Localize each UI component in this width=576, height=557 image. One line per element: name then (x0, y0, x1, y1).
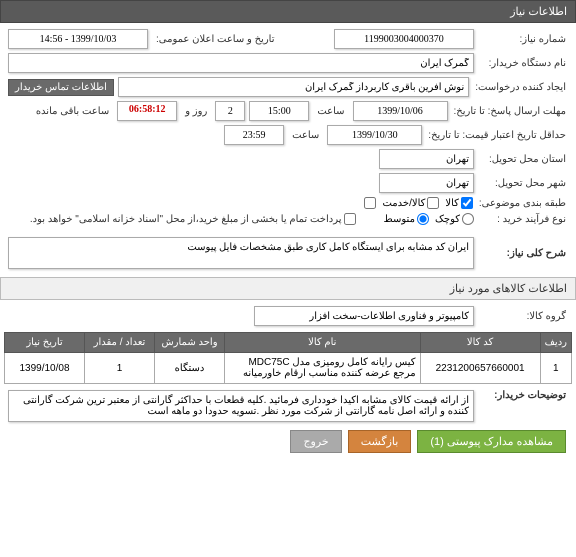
panel-header: اطلاعات نیاز (0, 0, 576, 23)
group-label: گروه کالا: (478, 311, 568, 322)
cat-goods-label: کالا (445, 198, 459, 209)
validity-label: حداقل تاریخ اعتبار قیمت: تا تاریخ: (426, 130, 568, 141)
delivery-city-field[interactable] (379, 173, 474, 193)
attachments-button[interactable]: مشاهده مدارک پیوستی (1) (417, 430, 566, 453)
announce-label: تاریخ و ساعت اعلان عمومی: (152, 34, 279, 45)
group-field[interactable] (254, 306, 474, 326)
col-date-header: تاریخ نیاز (5, 333, 85, 353)
table-row[interactable]: 1 2231200657660001 کیس رایانه کامل رومیز… (5, 353, 572, 384)
items-section-header: اطلاعات کالاهای مورد نیاز (0, 277, 576, 300)
col-idx-header: ردیف (540, 333, 571, 353)
days-label: روز و (181, 106, 211, 117)
proc-medium-radio[interactable] (417, 213, 429, 225)
days-remain-field[interactable] (215, 101, 245, 121)
cat-goods-checkbox[interactable] (461, 197, 473, 209)
col-unit-header: واحد شمارش (155, 333, 225, 353)
proc-small-radio[interactable] (462, 213, 474, 225)
deadline-reply-label: مهلت ارسال پاسخ: تا تاریخ: (452, 106, 568, 117)
buyer-notes-label: توضیحات خریدار: (478, 390, 568, 401)
need-number-field[interactable] (334, 29, 474, 49)
cat-service-label: کالا/خدمت (382, 198, 425, 209)
remain-label: ساعت باقی مانده (32, 106, 113, 117)
delivery-city-label: شهر محل تحویل: (478, 178, 568, 189)
time-label-1: ساعت (313, 106, 348, 117)
items-section-title: اطلاعات کالاهای مورد نیاز (450, 283, 567, 295)
cell-code: 2231200657660001 (420, 353, 540, 384)
cell-idx: 1 (540, 353, 571, 384)
category-label: طبقه بندی موضوعی: (477, 198, 568, 209)
cell-name: کیس رایانه کامل رومیزی مدل MDC75C مرجع ع… (225, 353, 421, 384)
exit-button[interactable]: خروج (290, 430, 341, 453)
announce-field[interactable] (8, 29, 148, 49)
buyer-notes-field: از ارائه قیمت کالای مشابه اکیدا خودداری … (8, 390, 474, 422)
proc-medium-label: متوسط (384, 214, 415, 225)
cell-date: 1399/10/08 (5, 353, 85, 384)
cell-qty: 1 (85, 353, 155, 384)
contact-button[interactable]: اطلاعات تماس خریدار (8, 79, 114, 96)
cat-extra-checkbox[interactable] (364, 197, 376, 209)
creator-field[interactable] (8, 53, 474, 73)
col-name-header: نام کالا (225, 333, 421, 353)
pay-note: پرداخت تمام یا بخشی از مبلغ خرید،از محل … (30, 214, 342, 225)
delivery-state-field[interactable] (379, 149, 474, 169)
validity-time-field[interactable] (224, 125, 284, 145)
timer-field: 06:58:12 (117, 101, 177, 121)
items-table: ردیف کد کالا نام کالا واحد شمارش تعداد /… (4, 332, 572, 384)
need-number-label: شماره نیاز: (478, 34, 568, 45)
deadline-date-field[interactable] (353, 101, 448, 121)
back-button[interactable]: بازگشت (348, 430, 412, 453)
proc-small-label: کوچک (435, 214, 460, 225)
general-desc-field[interactable]: ایران کد مشابه برای ایستگاه کامل کاری طب… (8, 237, 474, 269)
validity-date-field[interactable] (327, 125, 422, 145)
col-code-header: کد کالا (420, 333, 540, 353)
treasury-checkbox[interactable] (344, 213, 356, 225)
time-label-2: ساعت (288, 130, 323, 141)
panel-title: اطلاعات نیاز (510, 6, 567, 18)
cell-unit: دستگاه (155, 353, 225, 384)
deadline-time-field[interactable] (249, 101, 309, 121)
general-desc-label: شرح کلی نیاز: (478, 248, 568, 259)
request-creator-field[interactable] (118, 77, 469, 97)
col-qty-header: تعداد / مقدار (85, 333, 155, 353)
process-label: نوع فرآیند خرید : (478, 214, 568, 225)
request-creator-label: ایجاد کننده درخواست: (473, 82, 568, 93)
creator-label: نام دستگاه خریدار: (478, 58, 568, 69)
delivery-state-label: استان محل تحویل: (478, 154, 568, 165)
cat-service-checkbox[interactable] (427, 197, 439, 209)
